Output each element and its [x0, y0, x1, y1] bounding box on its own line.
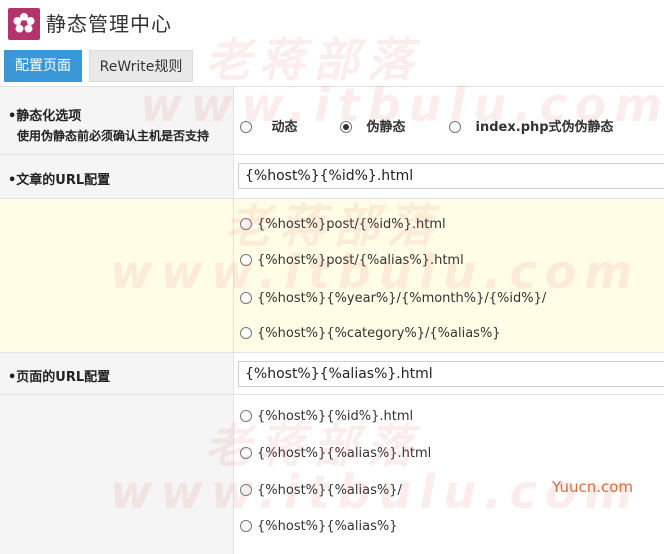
- option-label: {%host%}post/{%id%}.html: [257, 217, 446, 232]
- radio-circle[interactable]: [240, 120, 252, 133]
- article-url-label: •文章的URL配置: [8, 173, 111, 188]
- header: 静态管理中心: [0, 0, 664, 48]
- option-label: {%host%}{%id%}.html: [257, 409, 414, 424]
- radio-label: 动态: [271, 120, 298, 135]
- article-option-3[interactable]: {%host%}{%year%}/{%month%}/{%id%}/: [240, 291, 546, 306]
- article-option-4[interactable]: {%host%}{%category%}/{%alias%}: [240, 326, 501, 341]
- option-label: {%host%}{%alias%}/: [257, 483, 402, 498]
- page-url-input[interactable]: [238, 361, 664, 387]
- article-option-2[interactable]: {%host%}post/{%alias%}.html: [240, 253, 464, 268]
- option-label: {%host%}{%year%}/{%month%}/{%id%}/: [257, 291, 547, 306]
- article-url-label-cell: •文章的URL配置: [0, 155, 234, 198]
- page-url-options: {%host%}{%id%}.html {%host%}{%alias%}.ht…: [234, 395, 664, 554]
- article-option-1[interactable]: {%host%}post/{%id%}.html: [240, 217, 446, 232]
- radio-circle[interactable]: [240, 326, 252, 339]
- page-option-3[interactable]: {%host%}{%alias%}/: [240, 483, 402, 498]
- tab-rewrite-rules[interactable]: ReWrite规则: [89, 50, 193, 82]
- static-option-hint: 使用伪静态前必须确认主机是否支持: [17, 129, 210, 143]
- flower-icon: [8, 8, 40, 40]
- static-option-label: •静态化选项: [8, 109, 82, 124]
- radio-circle[interactable]: [240, 519, 252, 532]
- corner-watermark: Yuucn.com: [552, 478, 634, 496]
- radio-circle-checked[interactable]: [340, 120, 352, 133]
- page-option-1[interactable]: {%host%}{%id%}.html: [240, 409, 413, 424]
- radio-index-php[interactable]: index.php式伪伪静态: [449, 116, 614, 135]
- radio-pseudo-static[interactable]: 伪静态: [340, 116, 406, 135]
- radio-circle[interactable]: [240, 253, 252, 266]
- page-option-4[interactable]: {%host%}{%alias%}: [240, 519, 398, 534]
- article-url-options-row: {%host%}post/{%id%}.html {%host%}post/{%…: [0, 198, 664, 352]
- article-url-input[interactable]: [238, 163, 664, 189]
- article-url-options: {%host%}post/{%id%}.html {%host%}post/{%…: [234, 199, 664, 352]
- option-label: {%host%}{%category%}/{%alias%}: [257, 326, 501, 341]
- static-option-label-cell: •静态化选项 使用伪静态前必须确认主机是否支持: [0, 87, 234, 154]
- radio-circle[interactable]: [240, 446, 252, 459]
- tab-config-page[interactable]: 配置页面: [4, 50, 82, 82]
- radio-dynamic[interactable]: 动态: [240, 116, 298, 135]
- article-url-options-label-cell: [0, 199, 234, 352]
- page-url-options-row: {%host%}{%id%}.html {%host%}{%alias%}.ht…: [0, 394, 664, 554]
- radio-circle[interactable]: [449, 120, 461, 133]
- radio-label: 伪静态: [366, 120, 406, 135]
- option-label: {%host%}{%alias%}.html: [257, 446, 432, 461]
- radio-label: index.php式伪伪静态: [475, 120, 614, 135]
- static-option-row: •静态化选项 使用伪静态前必须确认主机是否支持 动态 伪静态 index.php…: [0, 86, 664, 154]
- page-title: 静态管理中心: [46, 12, 172, 36]
- radio-circle[interactable]: [240, 409, 252, 422]
- option-label: {%host%}post/{%alias%}.html: [257, 253, 464, 268]
- page-url-label: •页面的URL配置: [8, 370, 111, 385]
- page-url-options-label-cell: [0, 395, 234, 554]
- radio-circle[interactable]: [240, 217, 252, 230]
- option-label: {%host%}{%alias%}: [257, 519, 398, 534]
- page-url-label-cell: •页面的URL配置: [0, 353, 234, 394]
- radio-circle[interactable]: [240, 483, 252, 496]
- static-option-choices: 动态 伪静态 index.php式伪伪静态: [234, 87, 664, 154]
- page-option-2[interactable]: {%host%}{%alias%}.html: [240, 446, 431, 461]
- radio-circle[interactable]: [240, 291, 252, 304]
